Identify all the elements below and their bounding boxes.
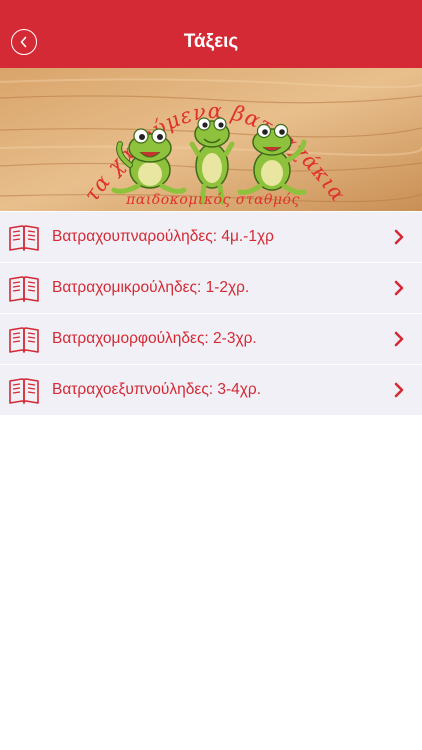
list-item[interactable]: Βατραχομορφούληδες: 2-3χρ. [0,314,422,364]
header-banner: τα χαρούμενα βατραχάκια [0,68,422,211]
nav-bar: Τάξεις [0,0,422,68]
list-item-label: Βατραχομορφούληδες: 2-3χρ. [52,330,257,347]
list-item[interactable]: Βατραχοεξυπνούληδες: 3-4χρ. [0,365,422,415]
chevron-right-icon [394,229,404,245]
book-icon [9,276,39,302]
list-item-label: Βατραχουπναρούληδες: 4μ.-1χρ [52,228,274,245]
book-icon [9,327,39,353]
list-item-label: Βατραχοεξυπνούληδες: 3-4χρ. [52,381,262,398]
list-item[interactable]: Βατραχουπναρούληδες: 4μ.-1χρ [0,212,422,262]
banner-logo-image: τα χαρούμενα βατραχάκια [0,68,422,211]
page-title: Τάξεις [183,31,239,52]
classes-list: Βατραχουπναρούληδες: 4μ.-1χρ Βατραχομικρ… [0,212,422,416]
chevron-right-icon [394,280,404,296]
book-icon [9,378,39,404]
svg-text:παιδοκομικός σταθμός: παιδοκομικός σταθμός [125,192,300,208]
list-item[interactable]: Βατραχομικρούληδες: 1-2χρ. [0,263,422,313]
chevron-right-icon [394,331,404,347]
list-item-label: Βατραχομικρούληδες: 1-2χρ. [52,279,250,296]
book-icon [9,225,39,251]
chevron-right-icon [394,382,404,398]
